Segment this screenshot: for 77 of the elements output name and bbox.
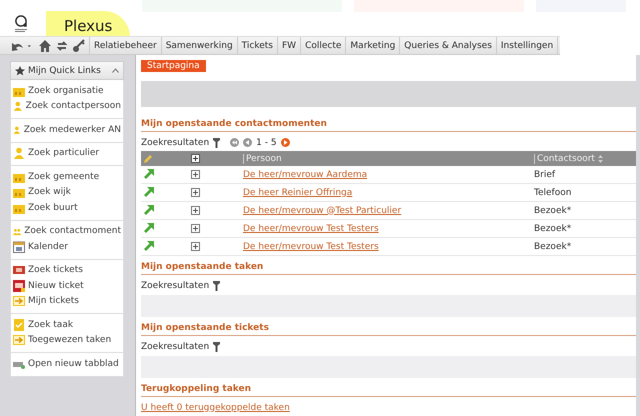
tab[interactable]: Startpagina (141, 60, 206, 72)
quick-links-header[interactable]: Mijn Quick Links (10, 61, 124, 80)
expand-icon[interactable] (191, 242, 200, 251)
quick-link[interactable]: Mijn tickets (13, 294, 121, 309)
table-cell: Bezoek* (532, 220, 636, 238)
person-icon (13, 124, 21, 136)
quick-link[interactable]: Zoek taak (13, 317, 121, 332)
table-cell: Bezoek* (532, 238, 636, 256)
quick-link[interactable]: Zoek wijk (13, 184, 121, 200)
quick-link[interactable]: Zoek tickets (13, 262, 121, 278)
menu-item[interactable]: Queries & Analyses (399, 37, 496, 54)
expand-icon[interactable] (191, 206, 200, 215)
column-header: Persoon (243, 154, 282, 164)
quick-link[interactable]: Zoek contactmoment (13, 224, 121, 239)
results-label: Zoekresultaten (141, 280, 210, 290)
results-label: Zoekresultaten (141, 342, 210, 352)
menu-item[interactable]: Collecte (300, 37, 346, 54)
section-heading: Mijn openstaande tickets (141, 321, 636, 336)
expand-icon[interactable] (191, 188, 200, 197)
table-cell: Brief (532, 166, 636, 184)
next-page-icon[interactable] (280, 138, 290, 147)
person-link[interactable]: De heer/mevrouw Aardema (243, 170, 368, 180)
quick-link[interactable]: Zoek gemeente (13, 169, 121, 184)
person-link[interactable]: De heer/mevrouw Test Testers (243, 242, 379, 252)
logo-icon (14, 15, 28, 33)
feedback-link[interactable]: U heeft 0 teruggekoppelde taken (141, 402, 290, 412)
filter-icon[interactable] (213, 342, 220, 352)
menu-item[interactable]: Samenwerking (160, 37, 237, 54)
person-icon (13, 100, 23, 112)
arrow-icon[interactable] (143, 223, 154, 234)
quick-links-title: Mijn Quick Links (28, 66, 102, 76)
filter-icon[interactable] (213, 280, 220, 290)
building-icon (13, 186, 25, 198)
table-cell: Bezoek* (532, 202, 636, 220)
page-range: 1 - 5 (256, 138, 277, 148)
pencil-icon (143, 154, 153, 164)
quick-link[interactable]: Zoek buurt (13, 200, 121, 216)
previous-page-icon[interactable] (243, 138, 252, 147)
quick-link[interactable]: Nieuw ticket (13, 278, 121, 294)
quick-link[interactable]: Toegewezen taken (13, 332, 121, 348)
arrow-icon[interactable] (143, 187, 154, 198)
section-heading: Mijn openstaande taken (141, 260, 636, 275)
person-icon (13, 147, 25, 160)
menu-item[interactable]: Relatiebeheer (89, 37, 161, 54)
section-heading: Terugkoppeling taken (141, 382, 636, 397)
section-heading: Mijn openstaande contactmomenten (141, 117, 636, 132)
menu-item[interactable]: Tickets (236, 37, 277, 54)
expand-icon[interactable] (191, 154, 200, 163)
menu-item[interactable]: Instellingen (496, 37, 558, 54)
person-link[interactable]: De heer Reinier Offringa (243, 188, 352, 198)
calendar-icon (13, 240, 25, 253)
filter-icon[interactable] (213, 138, 220, 148)
ticket-icon (13, 264, 25, 276)
arrow-icon (13, 334, 25, 346)
home-icon[interactable] (38, 38, 52, 52)
arrow-icon[interactable] (143, 205, 154, 216)
ticket-icon (13, 280, 25, 292)
quick-link[interactable]: Zoek contactpersoon (13, 98, 121, 114)
first-page-icon[interactable] (230, 138, 240, 147)
arrow-icon (13, 295, 25, 308)
person-link[interactable]: De heer/mevrouw Test Testers (243, 224, 379, 234)
star-icon (15, 66, 25, 76)
arrow-icon[interactable] (143, 241, 154, 252)
app-name: Plexus (46, 11, 130, 37)
table-cell: Telefoon (532, 184, 636, 202)
menu-item[interactable]: FW (277, 37, 300, 54)
task-icon (13, 318, 25, 331)
person-link[interactable]: De heer/mevrouw @Test Particulier (243, 206, 402, 216)
expand-icon[interactable] (191, 224, 200, 233)
results-label: Zoekresultaten (141, 138, 210, 148)
quick-link[interactable]: Zoek organisatie (13, 83, 121, 98)
expand-icon[interactable] (191, 170, 200, 179)
quick-link[interactable]: Kalender (13, 239, 121, 254)
menu-item[interactable]: Marketing (345, 37, 400, 54)
key-icon[interactable] (72, 38, 86, 52)
arrow-icon[interactable] (143, 169, 154, 180)
chevron-icon[interactable] (112, 68, 119, 73)
